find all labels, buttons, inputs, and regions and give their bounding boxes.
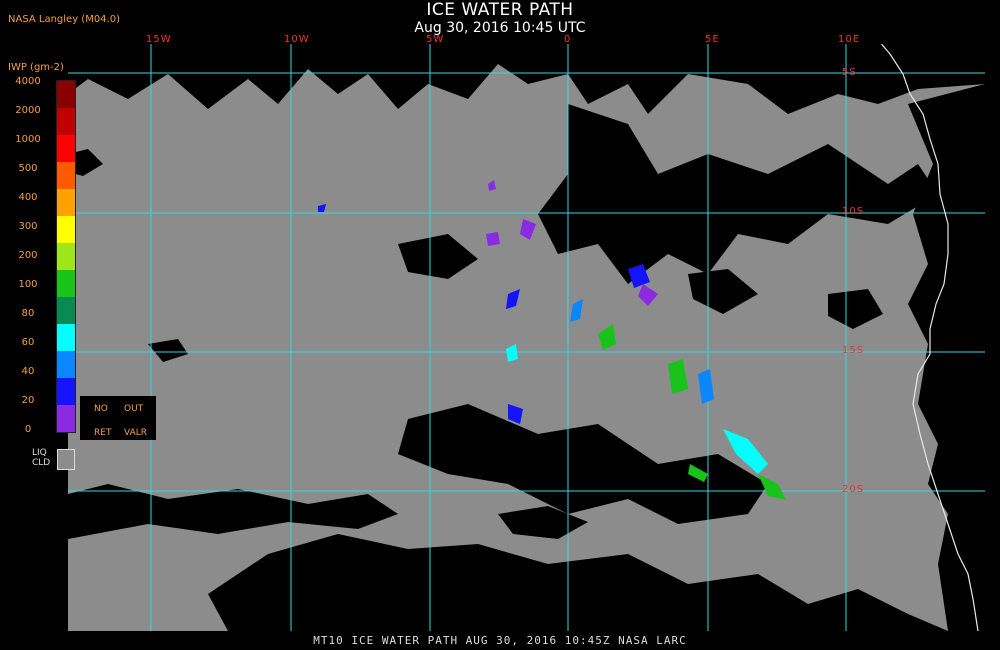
legend-swatch xyxy=(57,270,75,297)
legend-tick-label: 4000 xyxy=(15,76,41,87)
legend-swatch xyxy=(57,378,75,405)
legend-tick-label: 200 xyxy=(18,250,38,261)
lon-label-10w: 10W xyxy=(284,34,310,45)
legend-swatch xyxy=(57,189,75,216)
legend-tick-label: 1000 xyxy=(15,134,41,145)
legend-swatch xyxy=(57,297,75,324)
legend-tick-label: 500 xyxy=(18,163,38,174)
legend-swatch xyxy=(57,216,75,243)
legend-title: IWP (gm-2) xyxy=(8,62,64,73)
no-ret-line1: NO xyxy=(94,404,108,414)
lon-label-5w: 5W xyxy=(426,34,445,45)
legend-swatch xyxy=(57,81,75,108)
legend-tick-label: 2000 xyxy=(15,105,41,116)
legend-swatch xyxy=(57,162,75,189)
lat-label-15s: 15S xyxy=(842,345,865,356)
legend-tick-label: 300 xyxy=(18,221,38,232)
legend-tick-label: 100 xyxy=(18,279,38,290)
organization-label: NASA Langley (M04.0) xyxy=(8,14,120,25)
lon-label-5e: 5E xyxy=(705,34,720,45)
legend-tick-label: 40 xyxy=(21,366,35,377)
legend-swatch xyxy=(57,351,75,378)
out-valr-line1: OUT xyxy=(124,404,144,414)
lon-label-0: 0 xyxy=(564,34,572,45)
legend-swatch xyxy=(57,405,75,432)
legend-swatch xyxy=(57,135,75,162)
footer-caption: MT10 ICE WATER PATH AUG 30, 2016 10:45Z … xyxy=(313,634,687,647)
out-valr-line2: VALR xyxy=(124,428,148,438)
liq-line2: CLD xyxy=(32,458,51,468)
legend-tick-label: 80 xyxy=(21,308,35,319)
map-background xyxy=(68,44,985,631)
lat-label-20s: 20S xyxy=(842,484,865,495)
lat-label-5s: 5S xyxy=(842,67,857,78)
liquid-cloud-swatch xyxy=(57,449,75,470)
lon-label-15w: 15W xyxy=(146,34,172,45)
legend-color-bar xyxy=(56,80,76,433)
legend-tick-label: 20 xyxy=(21,395,35,406)
chart-title: ICE WATER PATH xyxy=(426,0,574,20)
liquid-cloud-label: LIQ CLD xyxy=(32,448,50,468)
legend-swatch xyxy=(57,243,75,270)
map-image xyxy=(68,44,985,631)
lon-label-10e: 10E xyxy=(838,34,861,45)
legend-swatch xyxy=(57,324,75,351)
legend-tick-label: 60 xyxy=(21,337,35,348)
liq-line1: LIQ xyxy=(32,448,47,458)
legend-swatch xyxy=(57,108,75,135)
legend-tick-label: 0 xyxy=(24,424,32,435)
lat-label-10s: 10S xyxy=(842,206,865,217)
no-ret-line2: RET xyxy=(94,428,112,438)
legend-tick-label: 400 xyxy=(18,192,38,203)
ice-water-path-map xyxy=(68,44,985,631)
no-retrieval-box: NO RET OUT VALR xyxy=(80,396,156,440)
